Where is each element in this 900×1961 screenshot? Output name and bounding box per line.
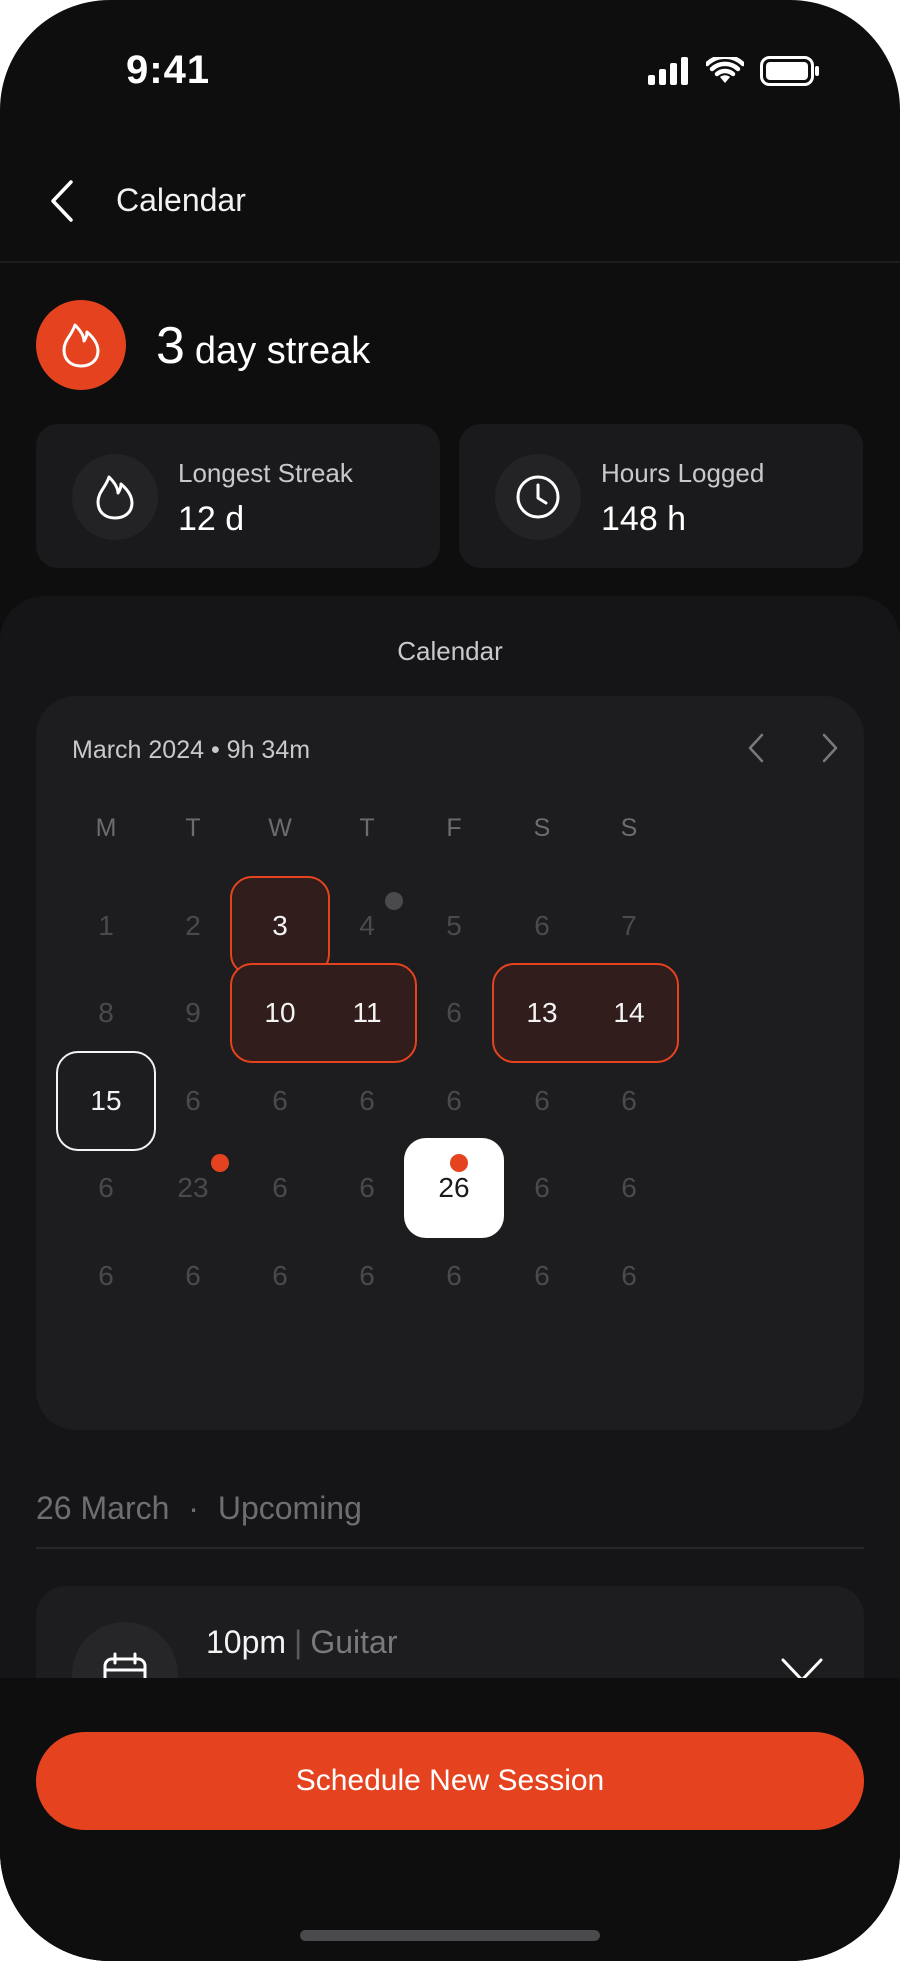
calendar-day[interactable]: 6	[492, 1051, 592, 1151]
next-month-button[interactable]	[810, 728, 850, 768]
hours-logged-card: Hours Logged 148 h	[459, 424, 863, 568]
upcoming-header: 26 March · Upcoming	[36, 1490, 362, 1527]
calendar-day[interactable]: 6	[579, 1051, 679, 1151]
calendar-day[interactable]: 9	[143, 963, 243, 1063]
calendar-day[interactable]: 6	[143, 1051, 243, 1151]
calendar-day[interactable]: 2	[143, 876, 243, 976]
calendar-day[interactable]: 6	[230, 1138, 330, 1238]
calendar-day[interactable]: 6	[317, 1138, 417, 1238]
calendar-day[interactable]: 6	[230, 1051, 330, 1151]
weekday-label: T	[185, 814, 201, 842]
chevron-right-icon	[822, 733, 838, 763]
longest-streak-card: Longest Streak 12 d	[36, 424, 440, 568]
clock-icon	[516, 475, 560, 519]
calendar-day[interactable]: 6	[56, 1138, 156, 1238]
weekday-label: W	[268, 814, 292, 842]
flame-icon	[96, 475, 134, 520]
calendar-day[interactable]: 6	[143, 1226, 243, 1326]
calendar-day[interactable]: 11	[317, 963, 417, 1063]
stat-value: 12 d	[178, 500, 245, 538]
weekday-label: T	[359, 814, 375, 842]
stat-icon-wrap	[72, 454, 158, 540]
calendar-day[interactable]: 6	[579, 1226, 679, 1326]
calendar-day[interactable]: 6	[56, 1226, 156, 1326]
weekday-label: M	[95, 814, 117, 842]
stat-label: Longest Streak	[178, 458, 353, 488]
back-button[interactable]	[44, 176, 80, 226]
session-time: 10pm	[206, 1624, 287, 1660]
stat-icon-wrap	[495, 454, 581, 540]
calendar-day[interactable]: 14	[579, 963, 679, 1063]
chevron-left-icon	[748, 733, 764, 763]
session-name: Guitar	[310, 1624, 398, 1660]
prev-month-button[interactable]	[736, 728, 776, 768]
battery-icon	[760, 56, 820, 91]
calendar-day[interactable]: 6	[230, 1226, 330, 1326]
calendar-day[interactable]: 4	[317, 876, 417, 976]
calendar-day[interactable]: 7	[579, 876, 679, 976]
upcoming-divider	[36, 1547, 864, 1549]
separator: |	[294, 1624, 303, 1660]
calendar-day[interactable]: 6	[492, 876, 592, 976]
calendar-section-title: Calendar	[397, 636, 503, 666]
home-indicator	[300, 1930, 600, 1941]
calendar-day[interactable]: 3	[230, 876, 330, 976]
schedule-session-button[interactable]: Schedule New Session	[36, 1732, 864, 1830]
calendar-day[interactable]: 8	[56, 963, 156, 1063]
calendar-day[interactable]: 6	[317, 1051, 417, 1151]
status-time: 9:41	[126, 48, 211, 92]
calendar-day[interactable]: 6	[404, 1226, 504, 1326]
calendar-day[interactable]: 5	[404, 876, 504, 976]
upcoming-label: Upcoming	[217, 1490, 362, 1526]
status-icons	[648, 54, 820, 91]
weekday-label: S	[533, 814, 551, 842]
calendar-day[interactable]: 13	[492, 963, 592, 1063]
event-dot	[385, 892, 403, 910]
chevron-left-icon	[51, 180, 73, 222]
flame-icon	[62, 323, 100, 368]
streak-text: 3 day streak	[156, 316, 370, 376]
calendar-day[interactable]: 6	[317, 1226, 417, 1326]
calendar-day[interactable]: 23	[143, 1138, 243, 1238]
stat-label: Hours Logged	[601, 458, 765, 488]
calendar-day[interactable]: 6	[492, 1226, 592, 1326]
header-divider	[0, 261, 900, 263]
phone-screen: 9:41 Calendar 3 day streak Longest Strea…	[0, 0, 900, 1961]
streak-label: day streak	[194, 330, 371, 372]
streak-badge	[36, 300, 126, 390]
calendar-day[interactable]: 15	[56, 1051, 156, 1151]
weekday-label: S	[620, 814, 638, 842]
page-title: Calendar	[116, 182, 246, 218]
session-title: 10pm | Guitar	[206, 1624, 398, 1661]
upcoming-date: 26 March	[36, 1490, 170, 1526]
weekday-label: F	[446, 814, 462, 842]
separator-dot: ·	[188, 1490, 199, 1526]
signal-icon	[648, 57, 690, 90]
calendar-card: March 2024 • 9h 34m M T W T F S S 1 2 3 4 5 6 7 8 9 10 11…	[36, 696, 864, 1430]
calendar-day[interactable]: 10	[230, 963, 330, 1063]
wifi-icon	[704, 54, 746, 90]
event-dot	[450, 1154, 468, 1172]
month-summary: March 2024 • 9h 34m	[72, 736, 311, 764]
calendar-day[interactable]: 1	[56, 876, 156, 976]
event-dot	[211, 1154, 229, 1172]
calendar-day[interactable]: 6	[404, 963, 504, 1063]
stat-value: 148 h	[601, 500, 687, 538]
calendar-day[interactable]: 26	[404, 1138, 504, 1238]
calendar-day[interactable]: 6	[492, 1138, 592, 1238]
calendar-day[interactable]: 6	[404, 1051, 504, 1151]
calendar-day[interactable]: 6	[579, 1138, 679, 1238]
streak-count: 3	[156, 317, 185, 375]
